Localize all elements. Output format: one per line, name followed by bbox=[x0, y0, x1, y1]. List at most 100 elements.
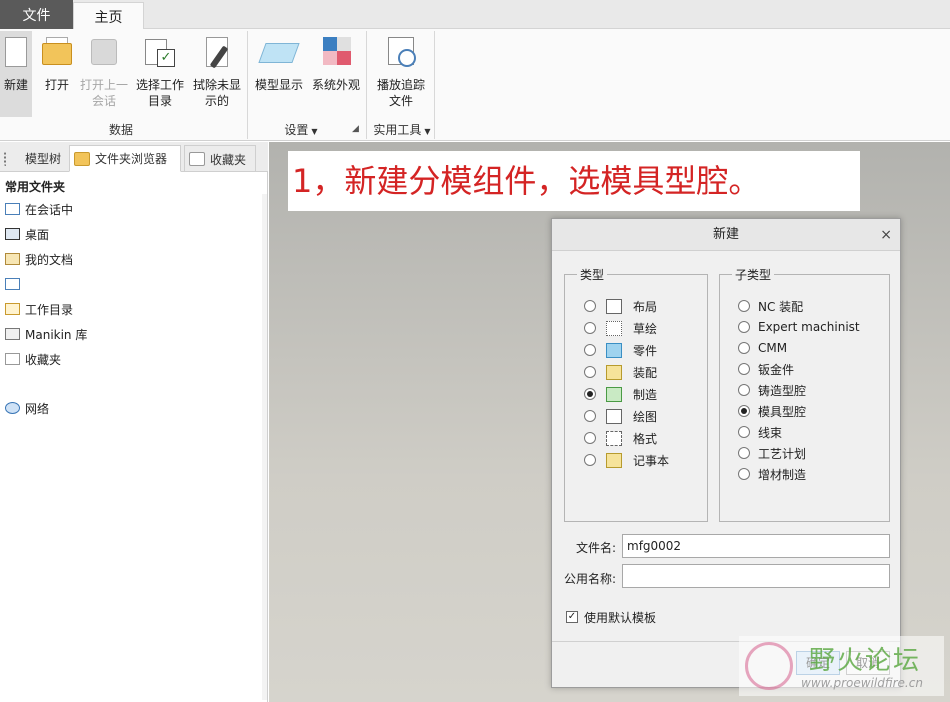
dropdown-arrow-icon: ▼ bbox=[311, 127, 318, 136]
subtype-option-sheetmetal[interactable]: 钣金件 bbox=[738, 360, 794, 378]
subtype-option-process-plan[interactable]: 工艺计划 bbox=[738, 444, 806, 462]
subtype-option-additive[interactable]: 增材制造 bbox=[738, 465, 806, 483]
list-item[interactable] bbox=[5, 275, 25, 293]
close-icon[interactable]: × bbox=[880, 219, 892, 251]
subtype-option-harness[interactable]: 线束 bbox=[738, 423, 782, 441]
tutorial-annotation: 1，新建分模组件，选模具型腔。 bbox=[288, 151, 860, 211]
open-last-session-button[interactable]: 打开上一 会话 bbox=[78, 31, 130, 117]
radio-button[interactable] bbox=[584, 300, 596, 312]
dialog-launcher-icon[interactable]: ◢ bbox=[352, 124, 359, 134]
group-separator bbox=[366, 31, 367, 139]
new-file-dialog: 新建 × 类型 布局 草绘 零件 装配 制造 绘图 格式 记事本 子类型 NC … bbox=[551, 218, 901, 688]
list-item[interactable]: 在会话中 bbox=[5, 200, 73, 218]
library-icon bbox=[5, 328, 20, 340]
radio-button[interactable] bbox=[584, 344, 596, 356]
type-option-part[interactable]: 零件 bbox=[584, 341, 657, 359]
filename-label: 文件名: bbox=[575, 541, 616, 555]
layout-icon bbox=[606, 298, 622, 314]
subtype-option-nc-assembly[interactable]: NC 装配 bbox=[738, 297, 803, 315]
dropdown-arrow-icon: ▼ bbox=[424, 127, 431, 136]
model-tree-icon bbox=[4, 151, 20, 166]
radio-button[interactable] bbox=[738, 342, 750, 354]
system-appearance-button[interactable]: 系统外观 bbox=[308, 31, 364, 117]
subtype-option-cast-cavity[interactable]: 铸造型腔 bbox=[738, 381, 806, 399]
tab-model-tree[interactable]: 模型树 bbox=[0, 145, 68, 172]
type-option-sketch[interactable]: 草绘 bbox=[584, 319, 657, 337]
radio-button[interactable] bbox=[738, 426, 750, 438]
new-button[interactable]: 新建 bbox=[0, 31, 32, 117]
type-option-drawing[interactable]: 绘图 bbox=[584, 407, 657, 425]
erase-not-displayed-button[interactable]: 拭除未显 示的 bbox=[190, 31, 244, 117]
group-label-settings[interactable]: 设置 ▼ bbox=[276, 121, 326, 138]
radio-button[interactable] bbox=[584, 410, 596, 422]
forum-logo-icon bbox=[745, 642, 793, 690]
radio-button[interactable] bbox=[738, 447, 750, 459]
monitor-icon bbox=[5, 203, 20, 215]
open-folder-icon bbox=[40, 35, 74, 69]
tab-home[interactable]: 主页 bbox=[73, 2, 144, 30]
part-icon bbox=[606, 342, 622, 358]
radio-button[interactable] bbox=[738, 300, 750, 312]
select-working-directory-button[interactable]: ✓ 选择工作 目录 bbox=[133, 31, 187, 117]
type-option-notebook[interactable]: 记事本 bbox=[584, 451, 669, 469]
group-label-utilities[interactable]: 实用工具 ▼ bbox=[370, 121, 434, 138]
radio-button-selected[interactable] bbox=[738, 405, 750, 417]
list-item[interactable]: 工作目录 bbox=[5, 300, 73, 318]
radio-button-selected[interactable] bbox=[584, 388, 596, 400]
radio-button[interactable] bbox=[584, 454, 596, 466]
model-display-button[interactable]: 模型显示 bbox=[251, 31, 307, 117]
panel-scrollbar[interactable] bbox=[262, 194, 267, 700]
list-item[interactable]: 桌面 bbox=[5, 225, 49, 243]
common-name-input[interactable] bbox=[622, 564, 890, 588]
list-item[interactable]: 我的文档 bbox=[5, 250, 73, 268]
type-option-layout[interactable]: 布局 bbox=[584, 297, 657, 315]
watermark: 野火论坛 www.proewildfire.cn bbox=[739, 636, 944, 696]
subtype-option-cmm[interactable]: CMM bbox=[738, 339, 787, 357]
open-last-session-icon bbox=[87, 35, 121, 69]
radio-button[interactable] bbox=[584, 432, 596, 444]
group-separator bbox=[434, 31, 435, 139]
tab-file[interactable]: 文件 bbox=[0, 0, 73, 29]
group-separator bbox=[247, 31, 248, 139]
radio-button[interactable] bbox=[738, 468, 750, 480]
sketch-icon bbox=[606, 320, 622, 336]
tab-favorites[interactable]: 收藏夹 bbox=[184, 145, 256, 172]
erase-icon bbox=[200, 35, 234, 69]
select-directory-icon: ✓ bbox=[143, 35, 177, 69]
checkbox-checked-icon[interactable]: ✓ bbox=[566, 611, 578, 623]
filename-input[interactable]: mfg0002 bbox=[622, 534, 890, 558]
radio-button[interactable] bbox=[738, 321, 750, 333]
type-option-manufacturing[interactable]: 制造 bbox=[584, 385, 657, 403]
type-option-assembly[interactable]: 装配 bbox=[584, 363, 657, 381]
subtype-option-expert-machinist[interactable]: Expert machinist bbox=[738, 318, 860, 336]
list-item[interactable]: 收藏夹 bbox=[5, 350, 61, 368]
subtype-option-mold-cavity[interactable]: 模具型腔 bbox=[738, 402, 806, 420]
assembly-icon bbox=[606, 364, 622, 380]
favorites-icon bbox=[5, 353, 20, 365]
radio-button[interactable] bbox=[584, 366, 596, 378]
play-trail-file-button[interactable]: 播放追踪 文件 bbox=[372, 31, 430, 117]
radio-button[interactable] bbox=[584, 322, 596, 334]
menu-tab-bar: 文件 主页 bbox=[0, 0, 950, 30]
folder-browser-panel: 常用文件夹 在会话中 桌面 我的文档 工作目录 Manikin 库 收藏夹 网络 bbox=[0, 172, 268, 702]
tab-folder-browser[interactable]: 文件夹浏览器 bbox=[69, 145, 181, 172]
new-file-icon bbox=[0, 35, 33, 69]
common-folders-title: 常用文件夹 bbox=[5, 180, 66, 194]
radio-button[interactable] bbox=[738, 363, 750, 375]
list-item[interactable]: 网络 bbox=[5, 399, 49, 417]
navigator-tabs: 模型树 文件夹浏览器 收藏夹 bbox=[0, 142, 268, 172]
favorites-icon bbox=[189, 152, 205, 166]
type-option-format[interactable]: 格式 bbox=[584, 429, 657, 447]
working-directory-icon bbox=[5, 303, 20, 315]
radio-button[interactable] bbox=[738, 384, 750, 396]
dialog-title: 新建 bbox=[552, 219, 900, 251]
system-appearance-icon bbox=[319, 35, 353, 69]
use-default-template-checkbox[interactable]: ✓ 使用默认模板 bbox=[566, 609, 656, 625]
ribbon: 新建 打开 打开上一 会话 ✓ 选择工作 目录 拭除未显 示的 模型显示 系统外… bbox=[0, 29, 950, 141]
open-button[interactable]: 打开 bbox=[37, 31, 77, 117]
documents-icon bbox=[5, 253, 20, 265]
group-label-data: 数据 bbox=[108, 123, 133, 137]
desktop-icon bbox=[5, 228, 20, 240]
subtype-group-label: 子类型 bbox=[732, 266, 775, 283]
list-item[interactable]: Manikin 库 bbox=[5, 325, 87, 343]
